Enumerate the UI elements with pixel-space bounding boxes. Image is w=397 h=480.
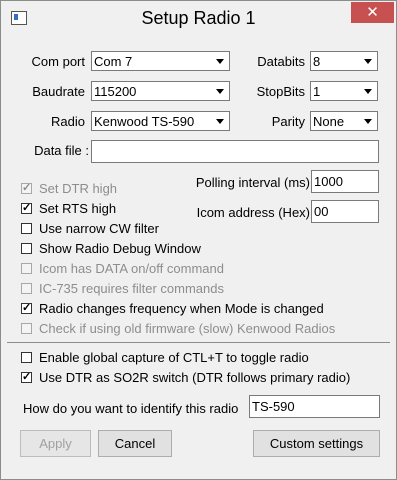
radio-select[interactable]: Kenwood TS-590 — [91, 111, 230, 131]
data-file-label: Data file : — [34, 143, 89, 158]
checkbox-label: Set RTS high — [39, 201, 117, 216]
title-bar[interactable]: Setup Radio 1 ✕ — [1, 1, 396, 37]
chevron-down-icon[interactable] — [212, 113, 228, 129]
cancel-button[interactable]: Cancel — [98, 430, 172, 457]
stopbits-label: StopBits — [256, 84, 305, 99]
checkbox-label: Use DTR as SO2R switch (DTR follows prim… — [39, 370, 351, 385]
polling-interval-label: Polling interval (ms) — [195, 175, 310, 190]
window-title: Setup Radio 1 — [141, 8, 256, 28]
checkbox-label: Enable global capture of CTL+T to toggle… — [39, 350, 309, 365]
checkbox-box[interactable] — [21, 181, 32, 195]
data-file-input[interactable] — [91, 140, 379, 163]
checkbox-box[interactable] — [21, 263, 32, 274]
baudrate-value: 115200 — [94, 84, 137, 99]
checkbox-box[interactable] — [21, 223, 32, 234]
checkbox-label: Show Radio Debug Window — [39, 241, 201, 256]
parity-label: Parity — [271, 114, 305, 129]
checkbox-box[interactable] — [21, 323, 32, 334]
polling-interval-value: 1000 — [314, 174, 343, 189]
stopbits-value: 1 — [313, 84, 321, 99]
com-port-value: Com 7 — [94, 54, 133, 69]
chevron-down-icon[interactable] — [360, 53, 376, 69]
icom-address-value: 00 — [314, 204, 329, 219]
checkbox-box[interactable] — [21, 352, 32, 363]
checkbox-label: Icom has DATA on/off command — [39, 261, 224, 276]
checkbox-label: Use narrow CW filter — [39, 221, 159, 236]
icom-address-label: Icom address (Hex) — [196, 205, 310, 220]
checkbox-box[interactable] — [21, 201, 32, 215]
identify-value: TS-590 — [252, 399, 295, 414]
setup-radio-dialog: Setup Radio 1 ✕ Com port Com 7 Databits … — [0, 0, 397, 480]
apply-button[interactable]: Apply — [20, 430, 91, 457]
identify-input[interactable]: TS-590 — [249, 395, 380, 418]
chevron-down-icon[interactable] — [360, 113, 376, 129]
checkbox-label: Radio changes frequency when Mode is cha… — [39, 301, 324, 316]
checkbox-label: IC-735 requires filter commands — [39, 281, 224, 296]
checkbox-box[interactable] — [21, 283, 32, 294]
checkbox-box[interactable] — [21, 301, 32, 315]
chevron-down-icon[interactable] — [212, 53, 228, 69]
baudrate-select[interactable]: 115200 — [91, 81, 230, 101]
separator — [7, 342, 390, 343]
parity-value: None — [313, 114, 345, 129]
identify-label: How do you want to identify this radio — [23, 401, 239, 416]
chevron-down-icon[interactable] — [360, 83, 376, 99]
checkbox-label: Check if using old firmware (slow) Kenwo… — [39, 321, 336, 336]
databits-label: Databits — [257, 54, 305, 69]
checkbox-box[interactable] — [21, 370, 32, 384]
baudrate-label: Baudrate — [32, 84, 85, 99]
stopbits-select[interactable]: 1 — [310, 81, 378, 101]
radio-value: Kenwood TS-590 — [94, 114, 195, 129]
close-button[interactable]: ✕ — [351, 2, 394, 23]
chevron-down-icon[interactable] — [212, 83, 228, 99]
radio-label: Radio — [51, 114, 85, 129]
dialog-body: Com port Com 7 Databits 8 Baudrate 11520… — [7, 37, 390, 473]
com-port-label: Com port — [31, 54, 85, 69]
parity-select[interactable]: None — [310, 111, 378, 131]
icom-address-input[interactable]: 00 — [311, 200, 379, 223]
databits-select[interactable]: 8 — [310, 51, 378, 71]
checkbox-label: Set DTR high — [39, 181, 118, 196]
custom-settings-button[interactable]: Custom settings — [253, 430, 380, 457]
databits-value: 8 — [313, 54, 321, 69]
polling-interval-input[interactable]: 1000 — [311, 170, 379, 193]
checkbox-box[interactable] — [21, 243, 32, 254]
com-port-select[interactable]: Com 7 — [91, 51, 230, 71]
